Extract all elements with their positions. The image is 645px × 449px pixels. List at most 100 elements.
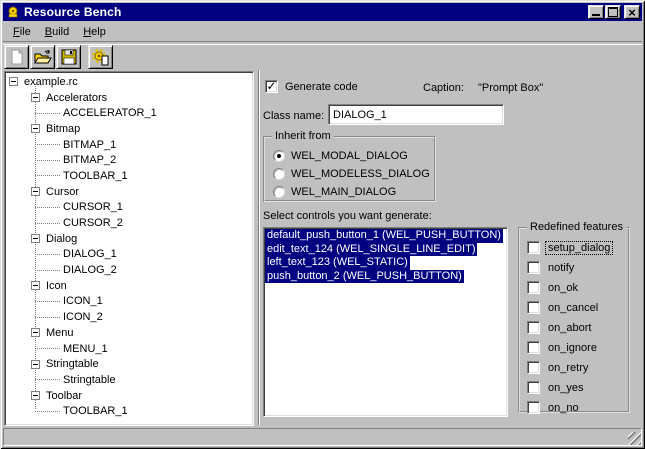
list-item-default-push-button-1-wel-push-button[interactable]: default_push_button_1 (WEL_PUSH_BUTTON) [265, 229, 507, 243]
minimize-button[interactable] [588, 5, 604, 19]
tree-node-example-rc[interactable]: example.rc [5, 74, 253, 90]
redefined-features-group: Redefined features setup_dialognotifyon_… [518, 227, 630, 413]
tree-node-stringtable[interactable]: Stringtable [5, 372, 253, 388]
tree-node-icon-2[interactable]: ICON_2 [5, 309, 253, 325]
list-item-label: push_button_2 (WEL_PUSH_BUTTON) [265, 270, 464, 284]
checkbox-on-no[interactable]: on_no [527, 401, 628, 414]
tree-node-bitmap-2[interactable]: BITMAP_2 [5, 152, 253, 168]
new-file-button[interactable] [4, 45, 29, 69]
checkbox-on-yes[interactable]: on_yes [527, 381, 628, 394]
list-item-edit-text-124-wel-single-line-edit[interactable]: edit_text_124 (WEL_SINGLE_LINE_EDIT) [265, 243, 507, 257]
tree-node-cursor-1[interactable]: CURSOR_1 [5, 200, 253, 216]
tree-connector [35, 348, 61, 349]
open-folder-icon [33, 48, 52, 66]
checkbox-setup-dialog[interactable]: setup_dialog [527, 241, 628, 254]
title-bar[interactable]: Resource Bench [3, 3, 642, 21]
inherit-from-group: Inherit from WEL_MODAL_DIALOGWEL_MODELES… [263, 136, 436, 202]
panel-divider [258, 70, 260, 425]
resize-grip[interactable] [628, 432, 641, 445]
close-icon [628, 5, 636, 20]
close-button[interactable] [624, 5, 640, 19]
tree-node-accelerators[interactable]: Accelerators [5, 90, 253, 106]
tree-connector [35, 113, 61, 114]
collapse-icon[interactable] [31, 124, 40, 133]
tree-connector [35, 160, 61, 161]
radio-option-wel-modeless-dialog[interactable]: WEL_MODELESS_DIALOG [273, 167, 434, 180]
checkbox-icon [527, 381, 540, 394]
menu-item-help[interactable]: Help [76, 24, 113, 40]
status-bar [3, 428, 642, 446]
checkbox-on-ignore[interactable]: on_ignore [527, 341, 628, 354]
checkbox-on-cancel[interactable]: on_cancel [527, 301, 628, 314]
checkbox-icon [527, 301, 540, 314]
tree-node-toolbar-1[interactable]: TOOLBAR_1 [5, 403, 253, 419]
checkbox-icon [527, 281, 540, 294]
tree-node-label: Bitmap [44, 123, 82, 135]
menu-item-build[interactable]: Build [38, 24, 76, 40]
tree-node-bitmap-1[interactable]: BITMAP_1 [5, 137, 253, 153]
collapse-icon[interactable] [9, 77, 18, 86]
tree-node-dialog-2[interactable]: DIALOG_2 [5, 262, 253, 278]
generate-button[interactable] [88, 45, 113, 69]
tree-node-icon-1[interactable]: ICON_1 [5, 294, 253, 310]
save-icon [60, 48, 78, 66]
collapse-icon[interactable] [31, 391, 40, 400]
radio-option-wel-modal-dialog[interactable]: WEL_MODAL_DIALOG [273, 149, 434, 162]
checkbox-icon [527, 401, 540, 414]
collapse-icon[interactable] [31, 328, 40, 337]
tree-node-label: TOOLBAR_1 [61, 170, 130, 182]
tree-node-accelerator-1[interactable]: ACCELERATOR_1 [5, 105, 253, 121]
tree-node-menu-1[interactable]: MENU_1 [5, 341, 253, 357]
tree-node-dialog[interactable]: Dialog [5, 231, 253, 247]
tree-node-cursor[interactable]: Cursor [5, 184, 253, 200]
tree-connector [35, 223, 61, 224]
menu-item-file[interactable]: File [6, 24, 38, 40]
tree-node-dialog-1[interactable]: DIALOG_1 [5, 247, 253, 263]
tree-node-label: Icon [44, 280, 69, 292]
checkbox-label: on_ignore [546, 342, 599, 354]
list-item-left-text-123-wel-static[interactable]: left_text_123 (WEL_STATIC) [265, 256, 507, 270]
list-item-push-button-2-wel-push-button[interactable]: push_button_2 (WEL_PUSH_BUTTON) [265, 270, 507, 284]
caption-label: Caption: [423, 82, 464, 94]
checkbox-on-ok[interactable]: on_ok [527, 281, 628, 294]
list-item-label: edit_text_124 (WEL_SINGLE_LINE_EDIT) [265, 243, 477, 257]
collapse-icon[interactable] [31, 281, 40, 290]
tree-node-icon[interactable]: Icon [5, 278, 253, 294]
tree-node-label: Cursor [44, 186, 81, 198]
checkbox-notify[interactable]: notify [527, 261, 628, 274]
tree-node-label: ICON_1 [61, 295, 105, 307]
tree-node-cursor-2[interactable]: CURSOR_2 [5, 215, 253, 231]
tree-connector [35, 301, 61, 302]
resource-tree: example.rc AcceleratorsACCELERATOR_1 Bitma… [4, 71, 254, 426]
tree-node-toolbar[interactable]: Toolbar [5, 388, 253, 404]
collapse-icon[interactable] [31, 234, 40, 243]
tree-node-bitmap[interactable]: Bitmap [5, 121, 253, 137]
checkbox-icon [527, 341, 540, 354]
checkbox-label: notify [546, 262, 576, 274]
checkbox-on-abort[interactable]: on_abort [527, 321, 628, 334]
tree-node-label: TOOLBAR_1 [61, 405, 130, 417]
tree-node-label: CURSOR_2 [61, 217, 125, 229]
collapse-icon[interactable] [31, 93, 40, 102]
tree-node-toolbar-1[interactable]: TOOLBAR_1 [5, 168, 253, 184]
generate-code-checkbox[interactable]: ✓ [265, 80, 278, 93]
checkbox-on-retry[interactable]: on_retry [527, 361, 628, 374]
radio-option-wel-main-dialog[interactable]: WEL_MAIN_DIALOG [273, 185, 434, 198]
tree-node-menu[interactable]: Menu [5, 325, 253, 341]
tree-node-label: ACCELERATOR_1 [61, 107, 159, 119]
tree-node-stringtable[interactable]: Stringtable [5, 356, 253, 372]
collapse-icon[interactable] [31, 360, 40, 369]
radio-label: WEL_MODAL_DIALOG [291, 150, 408, 162]
generate-code-label: Generate code [285, 81, 358, 93]
collapse-icon[interactable] [31, 187, 40, 196]
open-file-button[interactable] [30, 45, 55, 69]
redefined-features-group-title: Redefined features [527, 221, 626, 233]
class-name-label: Class name: [263, 110, 324, 122]
toolbar [4, 45, 642, 70]
maximize-button[interactable] [605, 5, 621, 19]
save-button[interactable] [56, 45, 81, 69]
tree-connector [35, 254, 61, 255]
class-name-input[interactable] [328, 104, 504, 125]
tree-node-label: example.rc [22, 76, 80, 88]
checkbox-label: setup_dialog [546, 242, 612, 254]
